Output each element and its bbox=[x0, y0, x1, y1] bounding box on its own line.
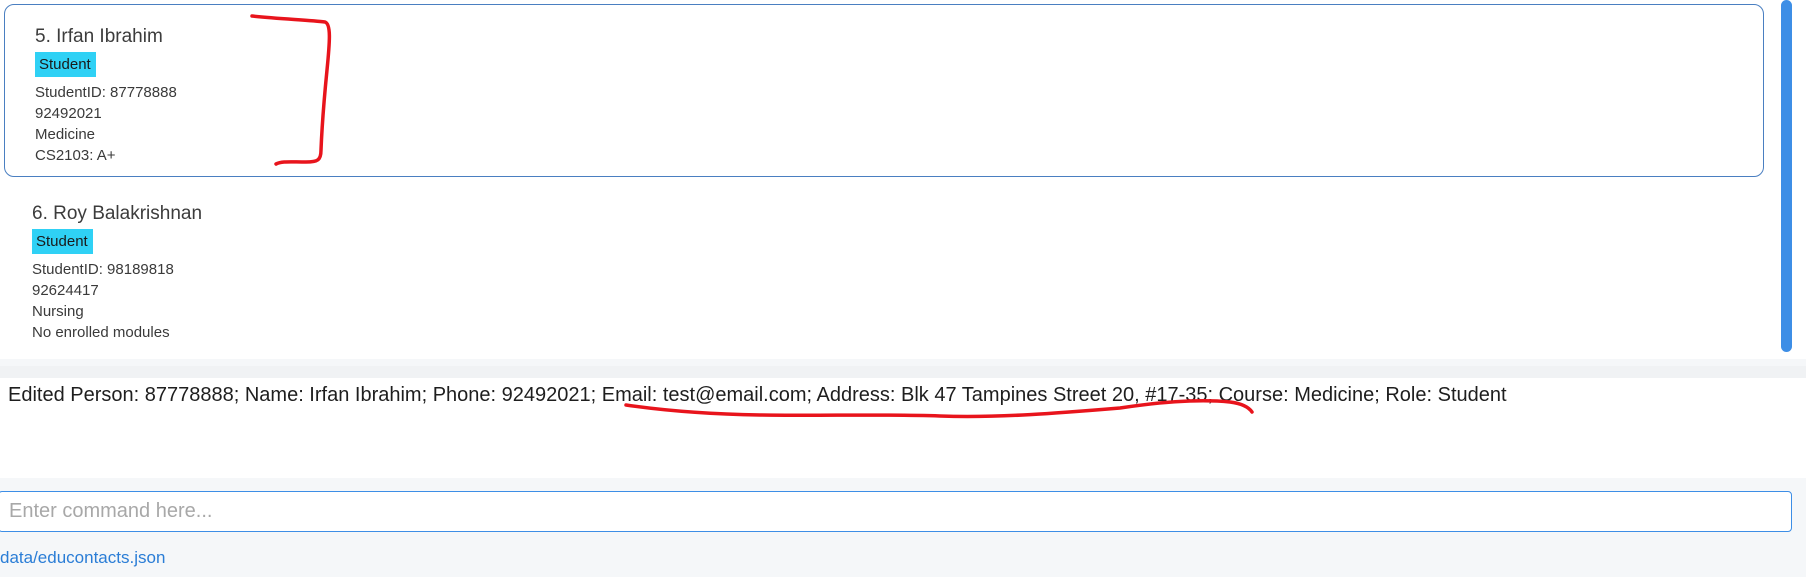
phone: 92624417 bbox=[32, 282, 99, 299]
modules: CS2103: A+ bbox=[35, 147, 116, 164]
role-tag: Student bbox=[32, 229, 93, 254]
person-name: 5. Irfan Ibrahim bbox=[35, 26, 163, 47]
status-bar-file-path: data/educontacts.json bbox=[0, 548, 166, 567]
result-display: Edited Person: 87778888; Name: Irfan Ibr… bbox=[0, 378, 1806, 478]
course: Medicine bbox=[35, 126, 96, 143]
panel-divider bbox=[0, 366, 1806, 378]
person-card[interactable]: 6. Roy Balakrishnan Student StudentID: 9… bbox=[4, 184, 1764, 356]
person-list-panel[interactable]: 5. Irfan Ibrahim Student StudentID: 8777… bbox=[0, 0, 1778, 359]
app-window: 5. Irfan Ibrahim Student StudentID: 8777… bbox=[0, 0, 1806, 577]
phone: 92492021 bbox=[35, 105, 102, 122]
course: Nursing bbox=[32, 303, 84, 320]
modules: No enrolled modules bbox=[32, 324, 170, 341]
role-tag: Student bbox=[35, 52, 96, 77]
student-id: StudentID: 98189818 bbox=[32, 261, 174, 278]
person-name: 6. Roy Balakrishnan bbox=[32, 203, 203, 224]
command-input[interactable] bbox=[0, 491, 1792, 532]
person-card-selected[interactable]: 5. Irfan Ibrahim Student StudentID: 8777… bbox=[4, 4, 1764, 177]
student-id: StudentID: 87778888 bbox=[35, 84, 177, 101]
result-message: Edited Person: 87778888; Name: Irfan Ibr… bbox=[8, 384, 1507, 406]
list-scrollbar-thumb[interactable] bbox=[1781, 0, 1792, 352]
